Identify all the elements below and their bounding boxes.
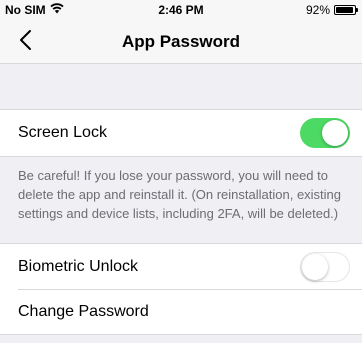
battery-icon [334,5,358,15]
row-divider [18,289,362,290]
status-bar: No SIM 2:46 PM 92% [0,0,362,20]
screen-lock-label: Screen Lock [18,124,107,141]
status-right: 92% [305,3,358,17]
screen-lock-row: Screen Lock [0,109,362,157]
biometric-unlock-toggle[interactable] [300,251,350,282]
change-password-row[interactable]: Change Password [0,289,362,335]
warning-note: Be careful! If you lose your password, y… [18,168,342,221]
change-password-label: Change Password [18,302,149,320]
biometric-unlock-label: Biometric Unlock [18,257,139,275]
toggle-knob [322,120,348,146]
battery-percent: 92% [305,3,330,17]
biometric-unlock-row: Biometric Unlock [0,243,362,289]
toggle-knob [302,253,328,280]
navigation-bar: App Password [0,20,362,64]
page-title: App Password [121,32,241,51]
screen-lock-toggle[interactable] [300,118,350,148]
